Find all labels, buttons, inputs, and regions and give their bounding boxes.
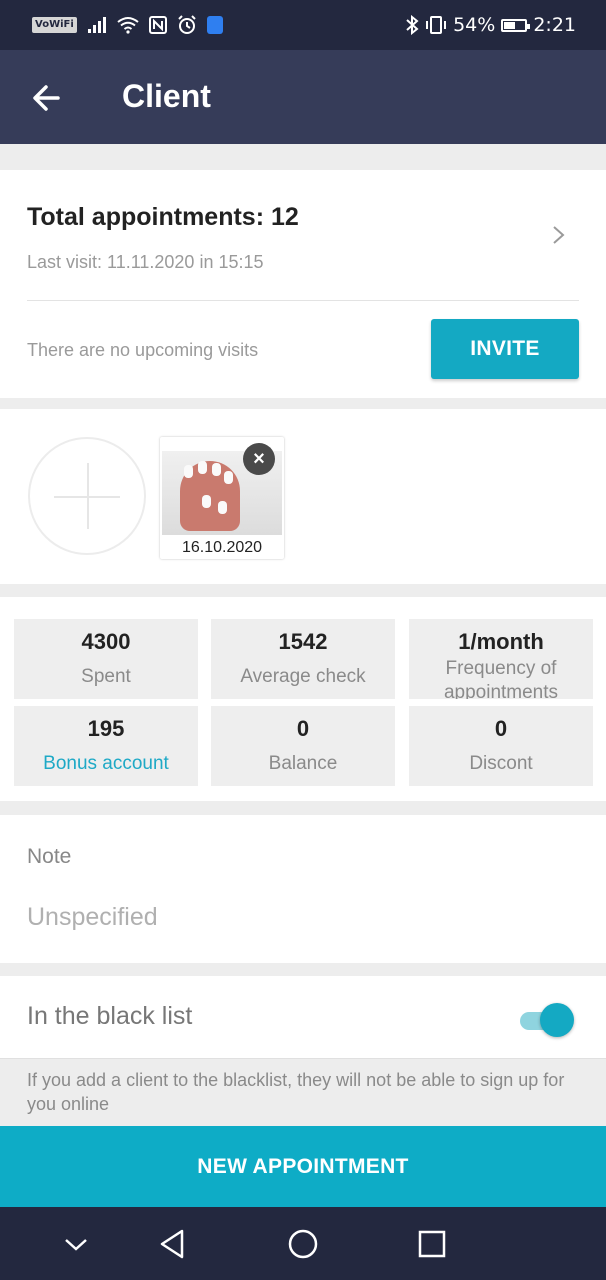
nail-illustration (212, 463, 221, 476)
app-bar: Client (0, 50, 606, 144)
nav-recents-button[interactable] (412, 1225, 452, 1263)
stat-label: Frequency of appointments (443, 658, 559, 699)
nail-illustration (198, 461, 207, 474)
stat-label: Discont (469, 753, 533, 774)
blacklist-hint-text: If you add a client to the blacklist, th… (27, 1070, 565, 1114)
wifi-icon (117, 17, 139, 34)
stat-spent: 4300 Spent (14, 619, 198, 699)
nail-illustration (184, 465, 193, 478)
nfc-icon (148, 16, 167, 34)
add-photo-button[interactable] (28, 437, 146, 555)
appointments-card[interactable]: Total appointments: 12 Last visit: 11.11… (0, 170, 606, 398)
remove-photo-button[interactable]: × (243, 443, 275, 475)
nav-hide-keyboard-button[interactable] (56, 1225, 96, 1263)
blacklist-label: In the black list (27, 1002, 193, 1030)
stat-frequency: 1/month Frequency of appointments (409, 619, 593, 699)
bonus-account-link[interactable]: Bonus account (14, 752, 198, 776)
total-appointments: Total appointments: 12 (27, 203, 299, 231)
blacklist-toggle[interactable] (520, 1003, 574, 1037)
status-bar-left: VoWiFi (32, 12, 223, 38)
clock: 2:21 (533, 14, 576, 36)
stat-value: 1542 (278, 629, 328, 654)
stat-value: 4300 (81, 629, 131, 654)
stat-value: 0 (494, 716, 508, 741)
divider (27, 300, 579, 301)
note-card[interactable]: Note Unspecified (0, 815, 606, 963)
page-title: Client (122, 78, 211, 114)
note-label: Note (27, 845, 72, 868)
stat-value: 195 (87, 716, 125, 741)
battery-fill (504, 21, 516, 29)
last-visit: Last visit: 11.11.2020 in 15:15 (27, 252, 264, 272)
battery-percent: 54% (453, 14, 496, 36)
stat-value: 1/month (458, 629, 544, 654)
back-button[interactable] (28, 80, 68, 116)
arrow-left-icon (33, 85, 60, 111)
upcoming-visits-text: There are no upcoming visits (27, 340, 259, 360)
chevron-down-icon (65, 1239, 87, 1251)
stat-discount: 0 Discont (409, 706, 593, 786)
nail-illustration (218, 501, 227, 514)
triangle-back-icon (160, 1229, 184, 1259)
nav-back-button[interactable] (154, 1225, 194, 1263)
status-bar-right: 54% 2:21 (405, 12, 576, 38)
photo-date: 16.10.2020 (181, 539, 263, 556)
stat-label: Average check (240, 666, 366, 687)
toggle-knob (540, 1003, 574, 1037)
nail-illustration (224, 471, 233, 484)
circle-home-icon (288, 1229, 318, 1259)
note-value: Unspecified (27, 903, 158, 931)
stat-value: 0 (296, 716, 310, 741)
nav-home-button[interactable] (283, 1225, 323, 1263)
vibrate-icon (426, 16, 447, 34)
stat-bonus-account: 195 Bonus account (14, 706, 198, 786)
invite-button[interactable]: INVITE (431, 319, 579, 379)
shield-icon (206, 16, 223, 34)
stat-label: Spent (81, 666, 131, 687)
new-appointment-button[interactable]: NEW APPOINTMENT (0, 1126, 606, 1207)
stat-average-check: 1542 Average check (211, 619, 395, 699)
blacklist-hint: If you add a client to the blacklist, th… (0, 1058, 606, 1127)
stat-label: Balance (268, 753, 338, 774)
chevron-right-icon (553, 226, 565, 244)
photos-card: 16.10.2020 × (0, 409, 606, 584)
system-nav-bar (0, 1207, 606, 1280)
status-bar: VoWiFi 54% 2:21 (0, 0, 606, 50)
vowifi-badge: VoWiFi (32, 17, 77, 33)
square-recents-icon (418, 1230, 446, 1258)
battery-icon (501, 18, 531, 32)
bluetooth-icon (406, 15, 419, 35)
stat-balance: 0 Balance (211, 706, 395, 786)
alarm-icon (178, 15, 196, 34)
blacklist-card: In the black list (0, 976, 606, 1058)
stats-card: 4300 Spent 1542 Average check 1/month Fr… (0, 597, 606, 801)
signal-icon (87, 17, 106, 33)
nail-illustration (202, 495, 211, 508)
close-icon: × (253, 448, 265, 470)
